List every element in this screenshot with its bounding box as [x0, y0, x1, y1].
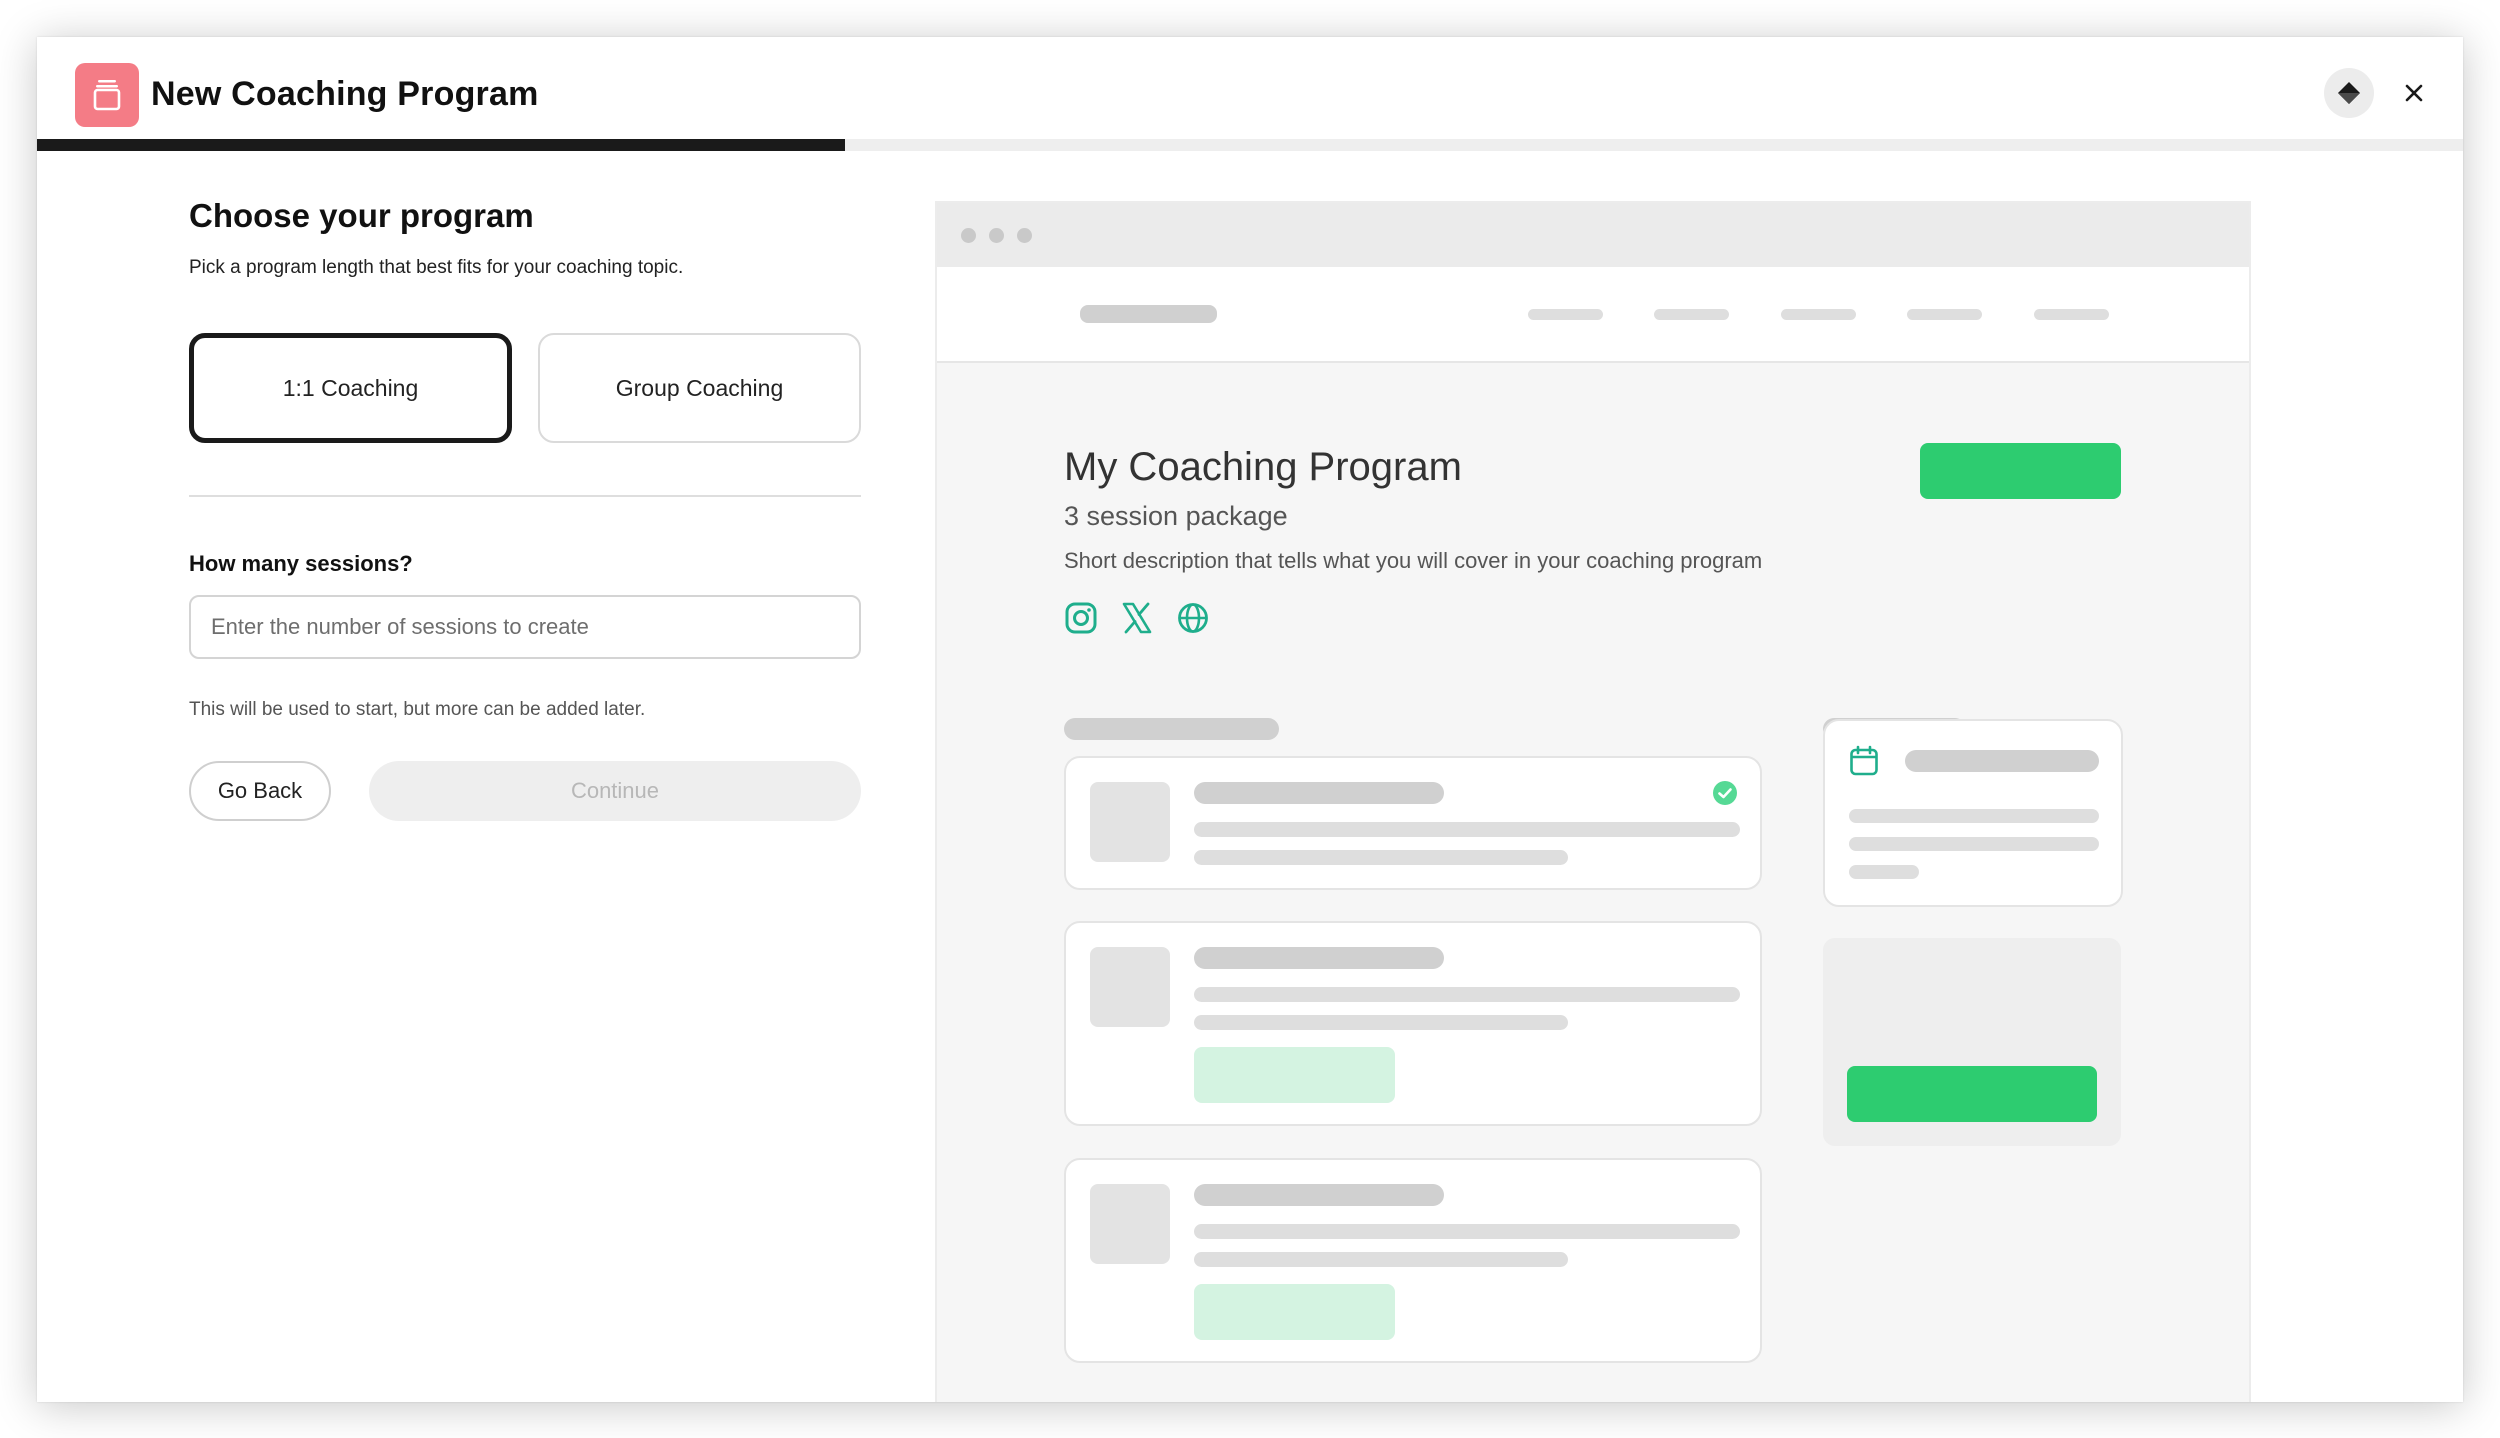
instagram-icon	[1065, 602, 1097, 634]
session-action-placeholder	[1194, 1047, 1395, 1103]
session-line-placeholder	[1194, 1224, 1740, 1239]
preview-description: Short description that tells what you wi…	[1064, 548, 1763, 573]
session-card	[1064, 756, 1762, 890]
session-thumbnail	[1090, 782, 1170, 862]
booking-box	[1823, 938, 2121, 1146]
session-line-placeholder	[1194, 1015, 1568, 1030]
schedule-line-placeholder	[1849, 837, 2099, 851]
modal-title: New Coaching Program	[151, 75, 539, 113]
session-card	[1064, 1158, 1762, 1363]
schedule-line-placeholder	[1849, 809, 2099, 823]
check-circle-icon	[1713, 781, 1737, 805]
form-heading: Choose your program	[189, 197, 534, 234]
option-group-coaching[interactable]: Group Coaching	[538, 333, 861, 443]
program-type-options: 1:1 Coaching Group Coaching	[189, 333, 861, 443]
section-heading-placeholder	[1064, 718, 1279, 740]
session-thumbnail	[1090, 947, 1170, 1027]
session-line-placeholder	[1194, 987, 1740, 1002]
session-title-placeholder	[1194, 947, 1444, 969]
form-subheading: Pick a program length that best fits for…	[189, 257, 684, 278]
window-dot	[989, 228, 1004, 243]
nav-placeholder	[2034, 309, 2109, 320]
diamond-icon[interactable]	[2324, 68, 2374, 118]
continue-button[interactable]: Continue	[369, 761, 861, 821]
sessions-hint: This will be used to start, but more can…	[189, 699, 646, 720]
globe-icon	[1178, 603, 1208, 633]
window-dot	[961, 228, 976, 243]
session-line-placeholder	[1194, 1252, 1568, 1267]
program-preview: My Coaching Program 3 session package Sh…	[935, 201, 2251, 1402]
sessions-label: How many sessions?	[189, 551, 413, 576]
step-progress-fill	[37, 139, 845, 151]
go-back-button[interactable]: Go Back	[189, 761, 331, 821]
nav-placeholder	[1781, 309, 1856, 320]
preview-cta-button	[1920, 443, 2121, 499]
schedule-title-placeholder	[1905, 750, 2099, 772]
schedule-card	[1823, 719, 2123, 907]
x-icon	[1122, 602, 1152, 634]
session-card	[1064, 921, 1762, 1126]
divider	[189, 495, 861, 497]
option-one-on-one[interactable]: 1:1 Coaching	[189, 333, 512, 443]
logo-placeholder	[1080, 305, 1217, 323]
preview-program-title: My Coaching Program	[1064, 445, 1462, 489]
form-actions: Go Back Continue	[189, 761, 861, 821]
preview-package: 3 session package	[1064, 501, 1288, 531]
window-dot	[1017, 228, 1032, 243]
session-line-placeholder	[1194, 850, 1568, 865]
session-thumbnail	[1090, 1184, 1170, 1264]
nav-placeholder	[1654, 309, 1729, 320]
schedule-line-placeholder	[1849, 865, 1919, 879]
new-program-modal: New Coaching Program Choose your program…	[37, 37, 2463, 1402]
calendar-icon	[1850, 745, 1878, 776]
session-title-placeholder	[1194, 782, 1444, 804]
nav-placeholder	[1528, 309, 1603, 320]
program-form: Choose your program Pick a program lengt…	[189, 197, 861, 821]
browser-bar	[937, 203, 2249, 267]
preview-nav	[937, 267, 2249, 363]
nav-placeholder	[1907, 309, 1982, 320]
session-title-placeholder	[1194, 1184, 1444, 1206]
sessions-input[interactable]	[189, 595, 861, 659]
modal-header: New Coaching Program	[37, 37, 2463, 139]
archive-box-icon	[75, 63, 139, 127]
close-icon[interactable]	[2394, 73, 2434, 113]
session-action-placeholder	[1194, 1284, 1395, 1340]
step-progress-bar	[37, 139, 2463, 151]
booking-cta-button	[1847, 1066, 2097, 1122]
session-line-placeholder	[1194, 822, 1740, 837]
